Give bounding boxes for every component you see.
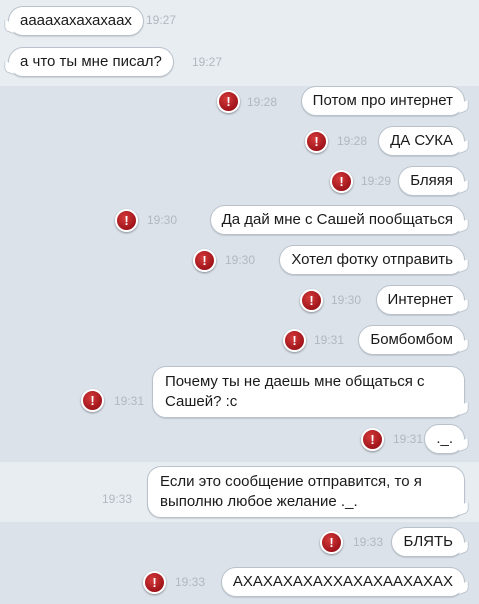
message-bubble[interactable]: ДА СУКА — [378, 126, 465, 156]
exclamation-circle-icon[interactable]: ! — [361, 428, 384, 451]
message-bubble[interactable]: Бомбомбом — [358, 325, 465, 355]
exclamation-circle-icon[interactable]: ! — [320, 531, 343, 554]
message-time: 19:30 — [331, 293, 362, 307]
message-time: 19:33 — [175, 575, 206, 589]
message-bubble[interactable]: ._. — [424, 424, 465, 454]
exclamation-circle-icon[interactable]: ! — [81, 389, 104, 412]
exclamation-circle-icon[interactable]: ! — [330, 170, 353, 193]
exclamation-circle-icon[interactable]: ! — [115, 209, 138, 232]
message-bubble[interactable]: Потом про интернет — [300, 86, 465, 116]
message-bubble[interactable]: а что ты мне писал? — [8, 47, 174, 77]
message-time: 19:28 — [337, 134, 368, 148]
exclamation-circle-icon[interactable]: ! — [217, 90, 240, 113]
message-time: 19:27 — [192, 55, 223, 69]
message-time: 19:30 — [147, 213, 178, 227]
message-time: 19:31 — [393, 432, 424, 446]
message-time: 19:27 — [146, 13, 177, 27]
message-bubble[interactable]: Если это сообщение отправится, то я выпо… — [147, 466, 465, 518]
exclamation-circle-icon[interactable]: ! — [283, 329, 306, 352]
exclamation-circle-icon[interactable]: ! — [143, 571, 166, 594]
exclamation-circle-icon[interactable]: ! — [300, 289, 323, 312]
message-time: 19:31 — [314, 333, 345, 347]
exclamation-circle-icon[interactable]: ! — [193, 249, 216, 272]
message-time: 19:33 — [102, 492, 133, 506]
message-bubble[interactable]: Да дай мне с Сашей пообщаться — [209, 205, 465, 235]
message-time: 19:28 — [247, 95, 278, 109]
message-bubble[interactable]: АХАХАХАХАХХАХАХААХАХАХ — [220, 567, 465, 597]
message-bubble[interactable]: БЛЯТЬ — [391, 527, 465, 557]
message-bubble[interactable]: Почему ты не даешь мне общаться с Сашей?… — [152, 366, 465, 418]
message-bubble[interactable]: Интернет — [375, 285, 465, 315]
message-bubble[interactable]: Бляяя — [398, 166, 465, 196]
exclamation-circle-icon[interactable]: ! — [305, 130, 328, 153]
message-bubble[interactable]: аааахахахахаах — [8, 6, 144, 36]
message-time: 19:33 — [353, 535, 384, 549]
message-time: 19:29 — [361, 174, 392, 188]
message-time: 19:31 — [114, 394, 145, 408]
message-bubble[interactable]: Хотел фотку отправить — [279, 245, 465, 275]
message-time: 19:30 — [225, 253, 256, 267]
